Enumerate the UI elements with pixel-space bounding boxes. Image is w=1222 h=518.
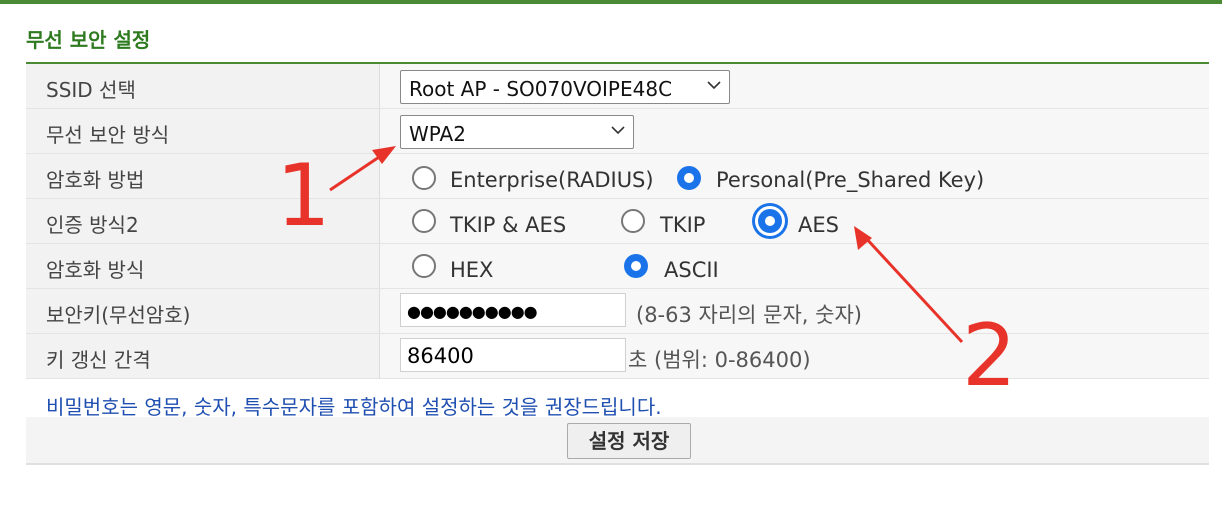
radio-tkip-label: TKIP [660, 213, 706, 237]
auth-mode-label: 인증 방식2 [46, 213, 139, 237]
row-encryption-method: 암호화 방법 Enterprise(RADIUS) Personal(Pre_S… [26, 154, 1209, 199]
ssid-select-value: Root AP - SO070VOIPE48C [409, 77, 673, 101]
annotation-number-2: 2 [962, 306, 1017, 406]
key-renewal-input[interactable]: 86400 [400, 338, 626, 372]
page-title: 무선 보안 설정 [26, 28, 151, 52]
annotation-number-1: 1 [276, 146, 331, 246]
radio-tkip-aes-label: TKIP & AES [450, 213, 567, 237]
radio-enterprise[interactable] [412, 166, 436, 190]
row-key-renewal: 키 갱신 간격 86400 초 (범위: 0-86400) [26, 334, 1209, 379]
row-key-format: 암호화 방식 HEX ASCII [26, 244, 1209, 289]
key-renewal-label: 키 갱신 간격 [46, 348, 151, 372]
security-key-hint: (8-63 자리의 문자, 숫자) [636, 303, 862, 327]
radio-ascii[interactable] [624, 254, 648, 278]
radio-ascii-label: ASCII [664, 258, 719, 282]
chevron-down-icon [707, 81, 721, 90]
key-format-label: 암호화 방식 [46, 258, 145, 282]
radio-aes[interactable] [758, 209, 782, 233]
row-security-key: 보안키(무선암호) ●●●●●●●●●● (8-63 자리의 문자, 숫자) [26, 289, 1209, 334]
security-key-label: 보안키(무선암호) [46, 303, 191, 327]
radio-personal-label: Personal(Pre_Shared Key) [716, 168, 985, 192]
radio-personal[interactable] [677, 166, 701, 190]
radio-aes-label: AES [798, 213, 839, 237]
security-mode-select[interactable]: WPA2 [400, 115, 634, 149]
ssid-select[interactable]: Root AP - SO070VOIPE48C [400, 70, 730, 104]
security-key-value: ●●●●●●●●●● [407, 302, 538, 321]
top-accent-bar [0, 0, 1222, 4]
ssid-label: SSID 선택 [46, 78, 136, 102]
row-actions: 설정 저장 [26, 417, 1209, 465]
radio-tkip[interactable] [621, 209, 645, 233]
key-renewal-value: 86400 [407, 344, 474, 368]
save-settings-button[interactable]: 설정 저장 [567, 423, 691, 459]
row-ssid: SSID 선택 Root AP - SO070VOIPE48C [26, 64, 1209, 109]
radio-hex-label: HEX [450, 258, 494, 282]
radio-enterprise-label: Enterprise(RADIUS) [450, 168, 654, 192]
security-mode-value: WPA2 [409, 122, 466, 146]
row-security-mode: 무선 보안 방식 WPA2 [26, 109, 1209, 154]
chevron-down-icon [611, 126, 625, 135]
security-key-input[interactable]: ●●●●●●●●●● [400, 293, 626, 327]
security-mode-label: 무선 보안 방식 [46, 123, 170, 147]
password-recommendation-notice: 비밀번호는 영문, 숫자, 특수문자를 포함하여 설정하는 것을 권장드립니다. [46, 395, 662, 419]
key-renewal-hint: 초 (범위: 0-86400) [628, 348, 811, 372]
encryption-method-label: 암호화 방법 [46, 168, 145, 192]
radio-hex[interactable] [412, 254, 436, 278]
radio-tkip-aes[interactable] [412, 209, 436, 233]
row-auth-mode: 인증 방식2 TKIP & AES TKIP AES [26, 199, 1209, 244]
